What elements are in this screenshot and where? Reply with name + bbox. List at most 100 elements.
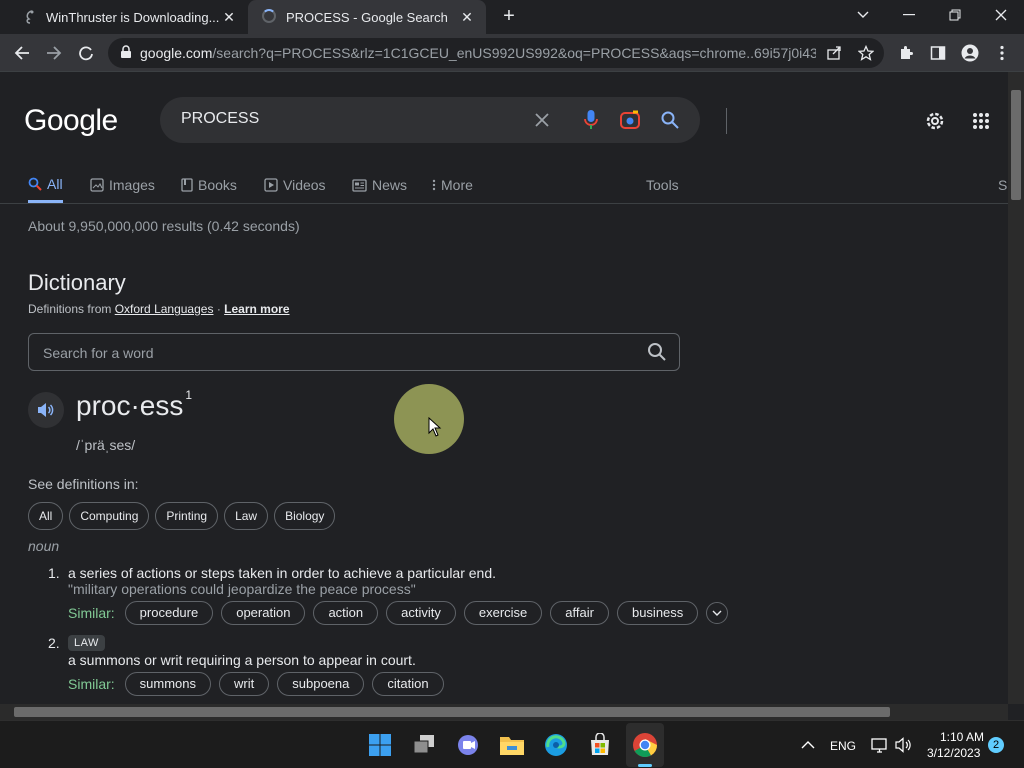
side-panel-icon[interactable]	[924, 39, 952, 67]
close-tab-icon[interactable]: ✕	[458, 8, 476, 26]
back-arrow-icon[interactable]	[8, 39, 36, 67]
clock-date[interactable]: 3/12/2023	[927, 746, 980, 760]
notification-badge[interactable]: 2	[988, 737, 1004, 753]
profile-avatar-icon[interactable]	[956, 39, 984, 67]
learn-more-link[interactable]: Learn more	[224, 302, 289, 316]
tab-winthruster[interactable]: WinThruster is Downloading... ✕	[0, 0, 248, 34]
headword: proc·ess 1	[76, 388, 192, 422]
share-icon[interactable]	[820, 39, 848, 67]
clear-search-icon[interactable]	[530, 108, 554, 132]
windows-taskbar: ENG 1:10 AM 3/12/2023 2	[0, 720, 1024, 768]
tab-title: PROCESS - Google Search	[286, 9, 448, 25]
close-tab-icon[interactable]: ✕	[220, 8, 238, 26]
volume-speaker-icon[interactable]	[888, 729, 920, 761]
google-apps-grid-icon[interactable]	[968, 108, 994, 134]
edge-browser-icon[interactable]	[540, 729, 572, 761]
forward-arrow-icon[interactable]	[40, 39, 68, 67]
word-search-input[interactable]: Search for a word	[28, 333, 680, 371]
tab-label: All	[47, 176, 63, 192]
expand-similar-chevron-icon[interactable]	[706, 602, 729, 624]
chip-biology[interactable]: Biology	[274, 502, 336, 530]
synonym-chip[interactable]: procedure	[124, 601, 214, 625]
synonym-chip[interactable]: summons	[124, 672, 212, 696]
word-search-placeholder: Search for a word	[43, 345, 154, 361]
tab-google-search[interactable]: PROCESS - Google Search ✕	[248, 0, 486, 34]
book-icon	[181, 178, 193, 192]
synonym-chip[interactable]: subpoena	[277, 672, 365, 696]
vertical-scroll-thumb[interactable]	[1011, 90, 1021, 200]
tab-news[interactable]: News	[352, 168, 407, 202]
safesearch-cutoff[interactable]: S	[998, 168, 1007, 202]
input-language[interactable]: ENG	[830, 739, 856, 753]
tab-images[interactable]: Images	[90, 168, 155, 202]
synonym-chip[interactable]: activity	[386, 601, 456, 625]
chrome-menu-kebab-icon[interactable]	[988, 39, 1016, 67]
restore-icon[interactable]	[932, 0, 978, 30]
dictionary-source: Definitions from Oxford Languages · Lear…	[28, 302, 290, 316]
task-view-icon[interactable]	[408, 729, 440, 761]
word-search-magnifier-icon[interactable]	[647, 342, 667, 367]
chip-law[interactable]: Law	[224, 502, 269, 530]
windows-start-icon[interactable]	[364, 729, 396, 761]
synonym-chip[interactable]: affair	[550, 601, 609, 625]
tab-strip: WinThruster is Downloading... ✕ PROCESS …	[0, 0, 1024, 34]
voice-search-mic-icon[interactable]	[579, 108, 603, 132]
chrome-browser-icon[interactable]	[629, 729, 661, 761]
source-separator: ·	[216, 302, 221, 316]
tab-label: Books	[198, 177, 237, 193]
search-nav-tabs: All Images Books Videos News More Tools …	[0, 168, 1008, 204]
settings-gear-icon[interactable]	[922, 108, 948, 134]
horizontal-scroll-thumb[interactable]	[14, 707, 890, 717]
chip-printing[interactable]: Printing	[155, 502, 219, 530]
result-stats: About 9,950,000,000 results (0.42 second…	[28, 218, 300, 234]
synonym-chip[interactable]: citation	[372, 672, 444, 696]
search-box[interactable]: PROCESS	[160, 97, 727, 143]
address-bar[interactable]: google.com/search?q=PROCESS&rlz=1C1GCEU_…	[108, 38, 884, 68]
tab-books[interactable]: Books	[181, 168, 237, 202]
tab-search-chevron-icon[interactable]	[840, 0, 886, 30]
search-query-text[interactable]: PROCESS	[181, 110, 259, 128]
extensions-puzzle-icon[interactable]	[892, 39, 920, 67]
tab-all[interactable]: All	[28, 168, 63, 203]
synonym-chip[interactable]: action	[313, 601, 379, 625]
chip-computing[interactable]: Computing	[69, 502, 150, 530]
synonym-chip[interactable]: business	[616, 601, 699, 625]
similar-label: Similar:	[68, 605, 115, 621]
show-hidden-icons-chevron-icon[interactable]	[792, 729, 824, 761]
close-window-icon[interactable]	[978, 0, 1024, 30]
definition-category-chips: All Computing Printing Law Biology	[28, 502, 336, 530]
similar-words-row: Similar: procedure operation action acti…	[68, 601, 729, 625]
lens-camera-icon[interactable]	[618, 108, 642, 132]
minimize-icon[interactable]	[886, 0, 932, 30]
synonym-chip[interactable]: exercise	[463, 601, 543, 625]
microsoft-store-icon[interactable]	[584, 729, 616, 761]
similar-words-row: Similar: summons writ subpoena citation	[68, 672, 444, 696]
loading-spinner-icon	[262, 9, 278, 25]
search-magnifier-icon[interactable]	[658, 108, 682, 132]
clock-time[interactable]: 1:10 AM	[940, 730, 984, 744]
newspaper-icon	[352, 178, 367, 192]
tools-button[interactable]: Tools	[646, 168, 679, 202]
tab-more[interactable]: More	[432, 168, 473, 202]
synonym-chip[interactable]: operation	[221, 601, 306, 625]
pronounce-speaker-icon[interactable]	[28, 392, 64, 428]
file-explorer-folder-icon[interactable]	[496, 729, 528, 761]
stop-loading-icon[interactable]	[72, 39, 100, 67]
tab-label: Videos	[283, 177, 326, 193]
winthruster-favicon-icon	[22, 9, 38, 25]
bookmark-star-icon[interactable]	[852, 39, 880, 67]
dictionary-heading: Dictionary	[28, 270, 126, 295]
url-path: /search?q=PROCESS&rlz=1C1GCEU_enUS992US9…	[212, 45, 816, 61]
chip-all[interactable]: All	[28, 502, 64, 530]
tab-videos[interactable]: Videos	[264, 168, 326, 202]
lock-icon[interactable]	[120, 44, 132, 62]
synonym-chip[interactable]: writ	[219, 672, 270, 696]
phonetic-spelling: /ˈpräˌses/	[76, 437, 136, 453]
oxford-languages-link[interactable]: Oxford Languages	[115, 302, 214, 316]
google-logo[interactable]: Google	[24, 104, 118, 138]
teams-chat-icon[interactable]	[452, 729, 484, 761]
similar-label: Similar:	[68, 676, 115, 692]
law-tag: LAW	[68, 635, 105, 651]
tab-title: WinThruster is Downloading...	[46, 9, 220, 25]
new-tab-plus-icon[interactable]: +	[498, 6, 520, 28]
